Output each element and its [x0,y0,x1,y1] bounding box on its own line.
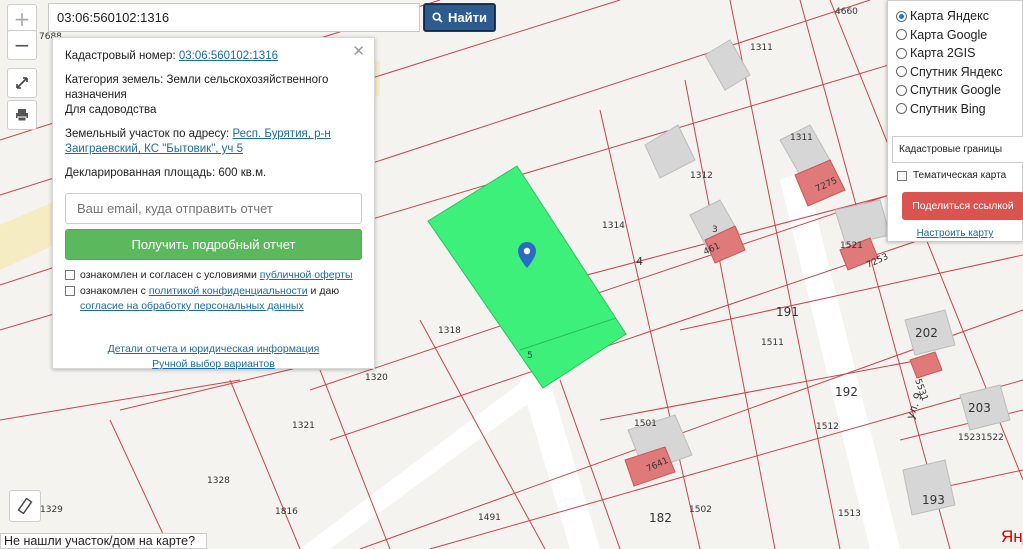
address-label: Земельный участок по адресу: [65,128,230,140]
parcel-info-popup: ✕ Кадастровый номер: 03:06:560102:1316 К… [52,37,375,372]
plot-label: 182 [649,511,672,525]
layer-label: Карта Google [910,27,988,42]
ruler-button[interactable] [9,490,41,522]
thematic-label: Тематическая карта [913,170,1007,181]
zoom-out-button[interactable]: − [7,30,37,60]
area-value: 600 кв.м. [218,167,267,179]
area-label: Декларированная площадь: [65,167,216,179]
area-row: Декларированная площадь: 600 кв.м. [65,166,362,181]
cad-number-link[interactable]: 03:06:560102:1316 [179,50,278,62]
plot-label: 1321 [292,421,315,431]
category-label: Категория земель: [65,74,164,86]
layer-option-google-map[interactable]: Карта Google [888,26,1022,45]
search-icon [432,12,443,23]
close-icon[interactable]: ✕ [352,42,365,60]
plot-label: 1320 [365,373,388,383]
plot-label: 203 [968,401,991,415]
manual-select-link[interactable]: Ручной выбор вариантов [152,358,275,370]
consent2-mid: и даю [310,285,340,297]
plot-label: 191 [776,305,799,319]
consent-offer-row: ознакомлен и согласен с условиями публич… [65,268,362,283]
printer-icon [16,109,28,122]
plot-label: 1328 [207,476,230,486]
plot-label: 1501 [634,419,657,429]
plot-label: 1312 [690,171,713,181]
layer-option-yandex-satellite[interactable]: Спутник Яндекс [888,63,1022,82]
get-report-button[interactable]: Получить подробный отчет [65,229,362,260]
consent-privacy-row: ознакомлен с политикой конфиденциальност… [65,284,362,314]
plot-label: 1502 [689,505,712,515]
plot-label: 192 [835,385,858,399]
consent1-text: ознакомлен и согласен с условиями [80,269,257,281]
privacy-policy-link[interactable]: политикой конфиденциальности [149,285,308,297]
fullscreen-button[interactable] [7,68,37,98]
plot-label: 4 [636,255,643,268]
layer-label: Карта Яндекс [910,9,989,24]
thematic-map-toggle[interactable]: Тематическая карта [897,170,1022,181]
personal-data-link[interactable]: согласие на обработку персональных данны… [80,300,304,312]
plot-label: 5 [527,351,533,361]
thematic-checkbox[interactable] [897,170,907,181]
radio-icon [896,84,907,96]
plot-label: 3 [712,225,718,235]
plot-label: 1521 [840,241,863,251]
search-input[interactable] [48,3,420,32]
offer-checkbox[interactable] [65,270,75,280]
plot-label: 1513 [838,509,861,519]
expand-icon [16,77,28,89]
cadastral-number-row: Кадастровый номер: 03:06:560102:1316 [65,49,362,64]
not-found-link[interactable]: Не нашли участок/дом на карте? [0,533,207,549]
layer-option-bing-satellite[interactable]: Спутник Bing [888,100,1022,119]
share-link-button[interactable]: Поделиться ссылкой [902,192,1023,220]
offer-link[interactable]: публичной оферты [260,269,353,281]
radio-selected-icon [896,10,907,22]
plot-label: 1491 [478,513,501,523]
plot-label: 15231522 [958,433,1004,443]
details-link[interactable]: Детали отчета и юридическая информация [108,343,320,355]
cadastral-layer-select[interactable]: Кадастровые границы [892,136,1023,163]
plot-label: 1511 [761,338,784,348]
plot-label: 193 [922,493,945,507]
radio-icon [896,47,907,59]
plot-label: 4660 [835,7,858,17]
plot-label: 1311 [790,133,813,143]
layer-label: Спутник Google [910,83,1001,98]
plot-label: 1311 [750,43,773,53]
ruler-icon [17,498,33,514]
use-value: Для садоводства [65,104,157,116]
plot-label: 1816 [275,507,298,517]
layer-label: Спутник Bing [910,101,986,116]
plot-label: 1512 [816,422,839,432]
cad-label: Кадастровый номер: [65,50,176,62]
search-button-label: Найти [448,10,487,25]
layer-label: Спутник Яндекс [910,64,1003,79]
search-button[interactable]: Найти [423,3,496,32]
offer-consent-text: ознакомлен и согласен с условиями публич… [80,268,353,283]
radio-icon [896,29,907,41]
yandex-logo: Янд [1001,527,1023,546]
plot-label: 1314 [602,221,625,231]
popup-footer-links: Детали отчета и юридическая информация Р… [65,342,362,372]
category-row: Категория земель: Земли сельскохозяйстве… [65,73,362,118]
plot-label: 1318 [438,326,461,336]
layer-option-google-satellite[interactable]: Спутник Google [888,81,1022,100]
print-button[interactable] [7,100,37,130]
radio-icon [896,66,907,78]
privacy-consent-text: ознакомлен с политикой конфиденциальност… [80,284,362,314]
radio-icon [896,103,907,115]
address-row: Земельный участок по адресу: Респ. Бурят… [65,127,362,157]
email-field[interactable] [65,193,362,224]
consent2-text: ознакомлен с [80,285,146,297]
layer-option-yandex-map[interactable]: Карта Яндекс [888,7,1022,26]
plot-label: 202 [915,326,938,340]
layer-label: Карта 2GIS [910,46,976,61]
plot-label: 1329 [40,505,63,515]
setup-map-link[interactable]: Настроить карту [888,228,1022,239]
privacy-checkbox[interactable] [65,286,75,296]
layer-panel: Карта Яндекс Карта Google Карта 2GIS Спу… [887,0,1023,242]
layer-option-2gis-map[interactable]: Карта 2GIS [888,44,1022,63]
